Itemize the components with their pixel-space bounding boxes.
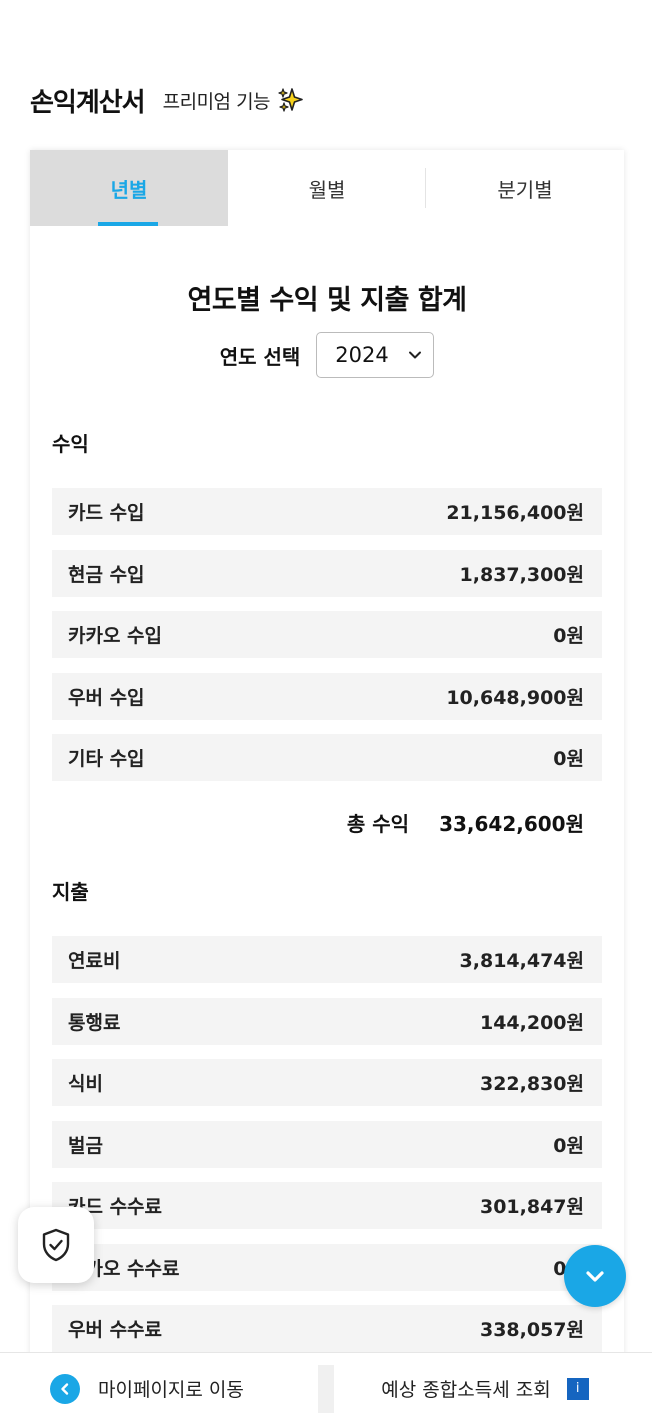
- chevron-down-icon: [586, 1271, 604, 1282]
- tab-monthly-label: 월별: [308, 177, 346, 202]
- expense-label: 지출: [52, 880, 89, 904]
- row-value: 10,648,900원: [446, 686, 584, 709]
- row-value: 0원: [553, 1134, 584, 1157]
- row-name: 우버 수수료: [68, 1319, 163, 1341]
- row-value: 1,837,300원: [459, 563, 584, 586]
- row-name: 식비: [68, 1073, 103, 1095]
- year-select-label: 연도 선택: [219, 344, 301, 369]
- income-label: 수익: [52, 432, 89, 456]
- row-value: 338,057원: [479, 1319, 584, 1341]
- mypage-button-label: 마이페이지로 이동: [98, 1379, 244, 1401]
- list-item: 기타 수입 0원: [52, 734, 602, 781]
- sparkle-icon: [278, 87, 304, 113]
- page-title: 손익계산서: [30, 87, 146, 118]
- row-name: 현금 수입: [68, 563, 145, 586]
- list-item: 통행료 144,200원: [52, 997, 602, 1045]
- list-item: 우버 수입 10,648,900원: [52, 672, 602, 720]
- row-name: 카카오 수입: [68, 625, 163, 647]
- premium-label: 프리미엄 기능: [162, 90, 271, 113]
- year-selector-row: 연도 선택 2024: [30, 332, 624, 378]
- income-total-value: 33,642,600원: [439, 811, 584, 836]
- period-tabs: 년별 월별 분기별: [30, 150, 624, 226]
- row-name: 우버 수입: [68, 686, 145, 709]
- row-value: 3,814,474원: [459, 950, 584, 972]
- section-title: 연도별 수익 및 지출 합계: [187, 285, 468, 316]
- list-item: 카드 수수료 301,847원: [52, 1182, 602, 1229]
- list-item: 카드 수입 21,156,400원: [52, 488, 602, 535]
- list-item: 현금 수입 1,837,300원: [52, 549, 602, 597]
- shield-check-icon: [42, 1228, 70, 1262]
- chevron-down-icon: [409, 351, 422, 359]
- tab-monthly[interactable]: 월별: [228, 150, 426, 226]
- list-item: 우버 수수료 338,057원: [52, 1305, 602, 1352]
- scroll-down-button[interactable]: [564, 1245, 626, 1307]
- list-item: 연료비 3,814,474원: [52, 936, 602, 983]
- row-value: 0원: [553, 625, 584, 647]
- list-item: 벌금 0원: [52, 1120, 602, 1168]
- list-item: 카카오 수수료0원: [52, 1243, 602, 1291]
- tax-estimate-button[interactable]: 예상 종합소득세 조회 i: [334, 1375, 652, 1402]
- list-item: 카카오 수입 0원: [52, 611, 602, 658]
- security-button[interactable]: [18, 1207, 94, 1283]
- row-value: 322,830원: [479, 1073, 584, 1095]
- mypage-button[interactable]: 마이페이지로 이동: [0, 1353, 318, 1424]
- income-total-label: 총 수익: [346, 811, 410, 836]
- row-name: 기타 수입: [68, 748, 145, 770]
- tax-estimate-label: 예상 종합소득세 조회: [381, 1379, 551, 1401]
- row-value: 301,847원: [479, 1196, 584, 1218]
- income-total: 총 수익 33,642,600원: [52, 802, 602, 842]
- tab-yearly[interactable]: 년별: [30, 150, 228, 226]
- bottom-bar: 마이페이지로 이동 예상 종합소득세 조회 i: [0, 1352, 652, 1424]
- bottom-bar-divider: [318, 1364, 334, 1413]
- page-header: 손익계산서 프리미엄 기능: [30, 78, 304, 122]
- row-name: 카드 수입: [68, 502, 145, 524]
- list-item: 식비 322,830원: [52, 1059, 602, 1106]
- row-value: 144,200원: [479, 1011, 584, 1034]
- income-list: 카드 수입 21,156,400원 현금 수입 1,837,300원 카카오 수입 0…: [52, 488, 602, 796]
- year-select-value: 2024: [335, 343, 389, 367]
- tab-quarterly[interactable]: 분기별: [426, 150, 624, 226]
- year-select[interactable]: 2024: [316, 332, 435, 378]
- row-value: 21,156,400원: [446, 502, 584, 524]
- tab-quarterly-label: 분기별: [497, 177, 553, 202]
- chevron-left-icon: [50, 1373, 80, 1404]
- tab-yearly-label: 년별: [110, 177, 148, 202]
- row-value: 0원: [553, 748, 584, 770]
- row-name: 벌금: [68, 1134, 103, 1157]
- row-name: 연료비: [68, 950, 121, 972]
- row-name: 통행료: [68, 1011, 121, 1034]
- expense-list: 연료비 3,814,474원 통행료 144,200원 식비 322,830원 벌금 0…: [52, 936, 602, 1367]
- income-statement-card: 년별 월별 분기별 연도별 수익 및 지출 합계 연도 선택 2024 수익 카…: [30, 150, 624, 1424]
- info-icon: i: [566, 1377, 589, 1400]
